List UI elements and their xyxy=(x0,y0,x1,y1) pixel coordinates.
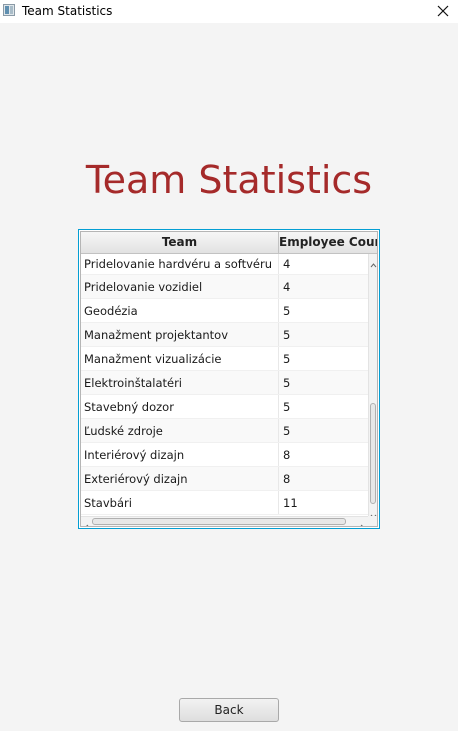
app-window-icon xyxy=(3,4,15,16)
table-row[interactable]: Elektroinštalatéri 5 xyxy=(81,371,368,395)
horizontal-scrollbar[interactable] xyxy=(81,516,368,526)
title-bar: Team Statistics xyxy=(0,0,458,23)
scroll-up-arrow[interactable] xyxy=(369,255,377,268)
horizontal-scroll-thumb[interactable] xyxy=(92,518,346,525)
scrollbar-corner xyxy=(368,516,377,526)
employee-count-cell: 5 xyxy=(283,327,291,342)
team-cell: Stavbári xyxy=(81,491,279,514)
table-row[interactable]: Pridelovanie hardvéru a softvéru 4 xyxy=(81,254,368,275)
team-cell: Interiérový dizajn xyxy=(81,443,279,466)
team-cell: Stavebný dozor xyxy=(81,395,279,418)
back-button[interactable]: Back xyxy=(179,698,279,722)
team-cell: Geodézia xyxy=(81,299,279,322)
team-cell: Exteriérový dizajn xyxy=(81,467,279,490)
table-row[interactable]: Stavebný dozor 5 xyxy=(81,395,368,419)
employee-count-cell: 5 xyxy=(283,399,291,414)
employee-count-cell: 5 xyxy=(283,351,291,366)
chevron-right-icon xyxy=(360,524,363,526)
table-row[interactable]: Ľudské zdroje 5 xyxy=(81,419,368,443)
window-title: Team Statistics xyxy=(22,4,113,18)
employee-count-cell: 8 xyxy=(283,471,291,486)
table-row[interactable]: Pridelovanie vozidiel 4 xyxy=(81,275,368,299)
employee-count-cell: 8 xyxy=(283,447,291,462)
vertical-scroll-thumb[interactable] xyxy=(370,403,376,504)
table-row[interactable]: Exteriérový dizajn 8 xyxy=(81,467,368,491)
table-row[interactable]: Stavbári 11 xyxy=(81,491,368,515)
table-header: Team Employee Count xyxy=(81,232,377,254)
employee-count-cell: 5 xyxy=(283,375,291,390)
scroll-left-arrow[interactable] xyxy=(82,517,91,526)
team-cell: Pridelovanie hardvéru a softvéru xyxy=(81,254,279,274)
team-statistics-table[interactable]: Team Employee Count Pridelovanie hardvér… xyxy=(78,229,380,529)
employee-count-cell: 4 xyxy=(283,279,291,294)
close-icon xyxy=(437,5,449,17)
column-header-team[interactable]: Team xyxy=(81,232,279,253)
table-row[interactable]: Manažment projektantov 5 xyxy=(81,323,368,347)
scroll-down-arrow[interactable] xyxy=(369,506,377,519)
table-row[interactable]: Geodézia 5 xyxy=(81,299,368,323)
table-row[interactable]: Interiérový dizajn 8 xyxy=(81,443,368,467)
chevron-left-icon xyxy=(86,524,89,526)
table-body: Pridelovanie hardvéru a softvéru 4 Pride… xyxy=(81,254,368,516)
table-frame: Team Employee Count Pridelovanie hardvér… xyxy=(80,231,378,527)
team-statistics-window: Team Statistics Team Statistics Team Emp… xyxy=(0,0,458,731)
close-button[interactable] xyxy=(428,0,458,23)
vertical-scrollbar[interactable] xyxy=(368,254,377,519)
team-cell: Elektroinštalatéri xyxy=(81,371,279,394)
scroll-right-arrow[interactable] xyxy=(358,517,367,526)
page-title: Team Statistics xyxy=(85,158,373,202)
team-cell: Manažment projektantov xyxy=(81,323,279,346)
employee-count-cell: 5 xyxy=(283,423,291,438)
employee-count-cell: 5 xyxy=(283,303,291,318)
column-header-employee-count[interactable]: Employee Count xyxy=(279,232,377,253)
team-cell: Manažment vizualizácie xyxy=(81,347,279,370)
chevron-up-icon xyxy=(370,263,377,268)
team-cell: Ľudské zdroje xyxy=(81,419,279,442)
employee-count-cell: 4 xyxy=(283,257,291,271)
employee-count-cell: 11 xyxy=(283,495,298,510)
table-row[interactable]: Manažment vizualizácie 5 xyxy=(81,347,368,371)
team-cell: Pridelovanie vozidiel xyxy=(81,275,279,298)
